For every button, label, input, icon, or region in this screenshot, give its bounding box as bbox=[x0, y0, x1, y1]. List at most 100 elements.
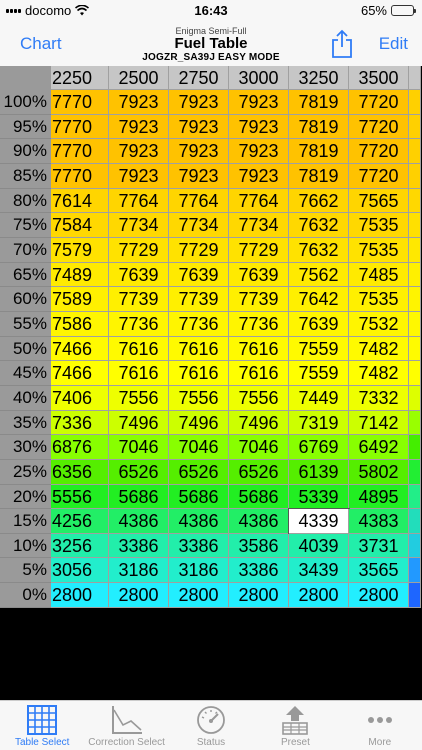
table-cell[interactable]: 7923 bbox=[169, 114, 229, 140]
table-cell[interactable]: 7332 bbox=[349, 385, 409, 411]
table-cell[interactable]: 7535 bbox=[349, 237, 409, 263]
table-cell[interactable] bbox=[409, 163, 421, 189]
table-cell[interactable]: 7466 bbox=[51, 336, 109, 362]
table-cell[interactable]: 7729 bbox=[229, 237, 289, 263]
table-cell[interactable]: 7535 bbox=[349, 287, 409, 312]
table-cell[interactable]: 7482 bbox=[349, 361, 409, 386]
table-cell[interactable] bbox=[409, 533, 421, 559]
table-cell[interactable]: 6526 bbox=[169, 459, 229, 485]
table-cell[interactable]: 7720 bbox=[349, 90, 409, 115]
table-cell[interactable]: 7586 bbox=[51, 311, 109, 337]
table-cell[interactable]: 7589 bbox=[51, 287, 109, 312]
table-cell[interactable]: 7584 bbox=[51, 213, 109, 238]
table-cell[interactable]: 7770 bbox=[51, 163, 109, 189]
table-cell[interactable]: 7764 bbox=[229, 188, 289, 214]
table-cell[interactable]: 7556 bbox=[169, 385, 229, 411]
table-cell[interactable]: 7614 bbox=[51, 188, 109, 214]
table-cell[interactable]: 5686 bbox=[109, 484, 169, 510]
table-cell[interactable]: 3186 bbox=[169, 558, 229, 584]
table-cell[interactable]: 6139 bbox=[289, 459, 349, 485]
table-cell[interactable]: 7764 bbox=[109, 188, 169, 214]
table-cell[interactable]: 2800 bbox=[51, 583, 109, 608]
share-icon[interactable] bbox=[331, 29, 353, 59]
table-cell[interactable]: 4256 bbox=[51, 509, 109, 534]
table-cell[interactable] bbox=[409, 237, 421, 263]
table-cell[interactable]: 5556 bbox=[51, 484, 109, 510]
table-cell[interactable]: 7923 bbox=[229, 139, 289, 164]
table-cell[interactable]: 7562 bbox=[289, 262, 349, 288]
table-cell[interactable]: 3386 bbox=[229, 558, 289, 584]
table-cell[interactable]: 7556 bbox=[109, 385, 169, 411]
table-cell[interactable]: 7046 bbox=[169, 435, 229, 460]
table-cell[interactable]: 7923 bbox=[169, 139, 229, 164]
table-cell[interactable]: 7923 bbox=[109, 163, 169, 189]
table-cell[interactable]: 7720 bbox=[349, 139, 409, 164]
table-cell[interactable]: 7639 bbox=[169, 262, 229, 288]
table-cell[interactable] bbox=[409, 188, 421, 214]
table-cell[interactable]: 7770 bbox=[51, 139, 109, 164]
table-cell[interactable] bbox=[409, 361, 421, 386]
table-cell[interactable] bbox=[409, 459, 421, 485]
table-cell[interactable]: 4386 bbox=[229, 509, 289, 534]
table-cell[interactable]: 2800 bbox=[229, 583, 289, 608]
table-cell[interactable]: 6769 bbox=[289, 435, 349, 460]
table-cell[interactable]: 7736 bbox=[169, 311, 229, 337]
table-cell[interactable]: 4895 bbox=[349, 484, 409, 510]
table-cell[interactable]: 6526 bbox=[229, 459, 289, 485]
table-cell[interactable]: 7729 bbox=[169, 237, 229, 263]
table-cell[interactable]: 5339 bbox=[289, 484, 349, 510]
table-cell[interactable] bbox=[409, 385, 421, 411]
table-cell[interactable]: 7729 bbox=[109, 237, 169, 263]
table-cell[interactable]: 7923 bbox=[229, 114, 289, 140]
table-cell[interactable] bbox=[409, 435, 421, 460]
table-cell[interactable]: 7819 bbox=[289, 90, 349, 115]
table-cell[interactable]: 7046 bbox=[229, 435, 289, 460]
table-cell[interactable]: 2800 bbox=[349, 583, 409, 608]
table-cell[interactable]: 7720 bbox=[349, 114, 409, 140]
table-cell[interactable] bbox=[409, 583, 421, 608]
table-cell[interactable]: 7642 bbox=[289, 287, 349, 312]
table-cell[interactable]: 7720 bbox=[349, 163, 409, 189]
table-cell[interactable]: 7739 bbox=[169, 287, 229, 312]
table-cell[interactable]: 3439 bbox=[289, 558, 349, 584]
table-cell[interactable]: 4039 bbox=[289, 533, 349, 559]
table-cell[interactable]: 7319 bbox=[289, 410, 349, 436]
table-cell[interactable]: 7739 bbox=[109, 287, 169, 312]
table-cell[interactable]: 7482 bbox=[349, 336, 409, 362]
table-cell[interactable] bbox=[409, 509, 421, 534]
table-cell[interactable]: 7559 bbox=[289, 361, 349, 386]
table-cell[interactable]: 7142 bbox=[349, 410, 409, 436]
table-cell[interactable]: 7923 bbox=[109, 90, 169, 115]
table-cell[interactable]: 7764 bbox=[169, 188, 229, 214]
table-cell[interactable] bbox=[409, 90, 421, 115]
table-cell[interactable]: 7923 bbox=[169, 90, 229, 115]
table-cell[interactable] bbox=[409, 213, 421, 238]
table-cell[interactable]: 6526 bbox=[109, 459, 169, 485]
table-cell[interactable]: 7496 bbox=[109, 410, 169, 436]
table-cell[interactable]: 7736 bbox=[229, 311, 289, 337]
table-cell[interactable]: 7819 bbox=[289, 139, 349, 164]
table-cell[interactable]: 5686 bbox=[169, 484, 229, 510]
table-cell[interactable]: 7639 bbox=[109, 262, 169, 288]
table-cell[interactable] bbox=[409, 262, 421, 288]
table-cell[interactable]: 6492 bbox=[349, 435, 409, 460]
table-cell[interactable]: 7616 bbox=[229, 336, 289, 362]
table-cell[interactable] bbox=[409, 410, 421, 436]
table-cell[interactable]: 7046 bbox=[109, 435, 169, 460]
table-cell[interactable]: 7496 bbox=[229, 410, 289, 436]
table-cell[interactable]: 7336 bbox=[51, 410, 109, 436]
table-cell[interactable]: 4383 bbox=[349, 509, 409, 534]
table-cell[interactable]: 7556 bbox=[229, 385, 289, 411]
table-cell[interactable]: 7565 bbox=[349, 188, 409, 214]
tab-correction-select[interactable]: Correction Select bbox=[84, 701, 168, 750]
table-cell[interactable]: 7616 bbox=[109, 361, 169, 386]
table-cell[interactable]: 7579 bbox=[51, 237, 109, 263]
chart-button[interactable]: Chart bbox=[20, 34, 62, 54]
table-cell[interactable]: 7739 bbox=[229, 287, 289, 312]
table-cell[interactable]: 7662 bbox=[289, 188, 349, 214]
table-cell[interactable] bbox=[409, 139, 421, 164]
table-cell[interactable]: 7734 bbox=[109, 213, 169, 238]
tab-more[interactable]: More bbox=[338, 701, 422, 750]
table-cell[interactable]: 7559 bbox=[289, 336, 349, 362]
edit-button[interactable]: Edit bbox=[379, 34, 408, 54]
